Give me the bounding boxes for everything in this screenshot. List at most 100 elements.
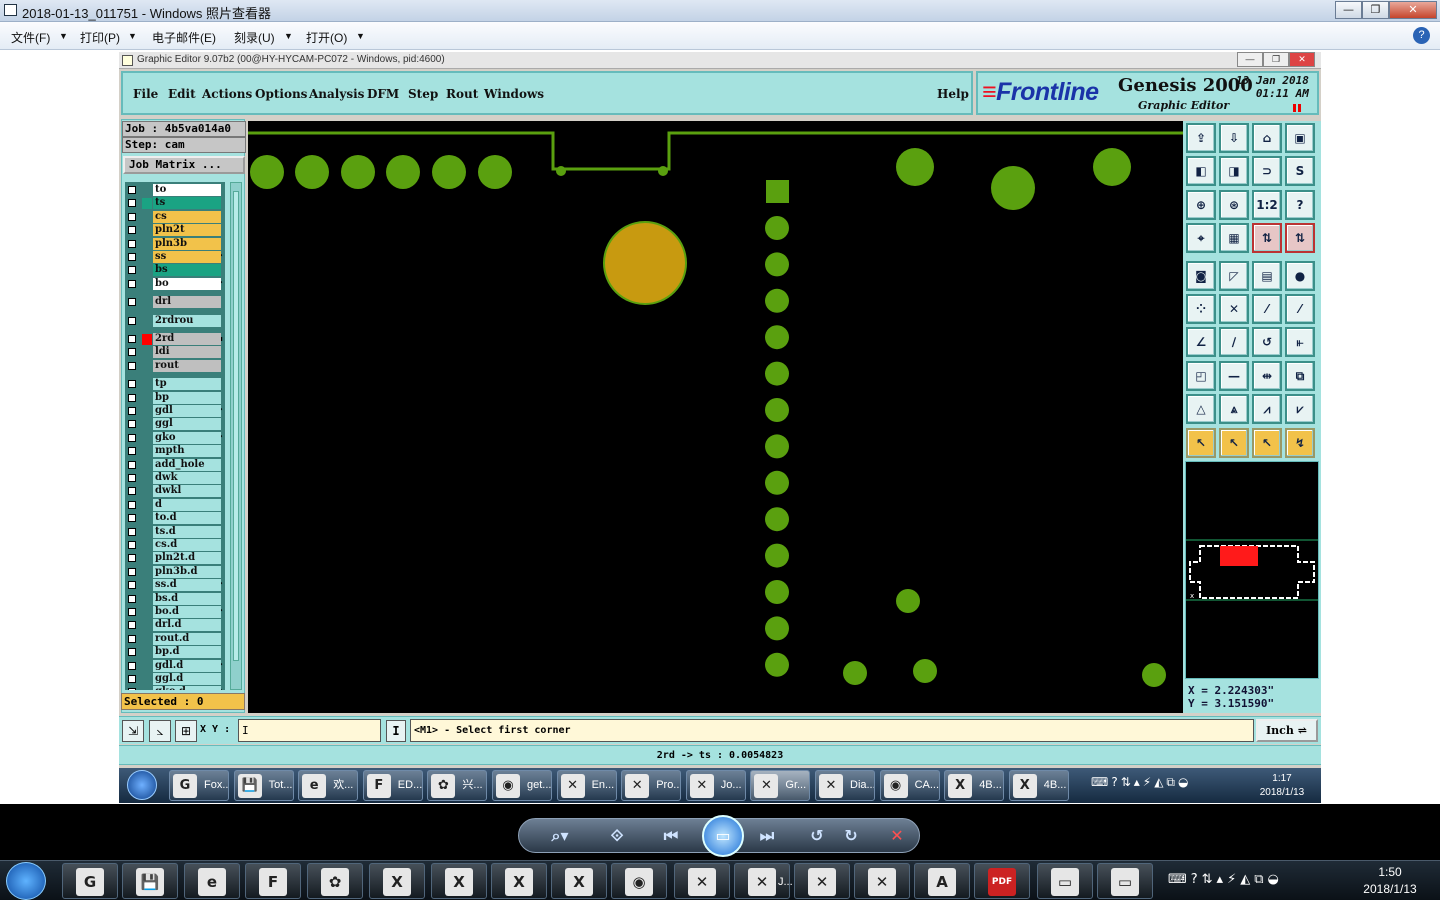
- layer-row[interactable]: 2rdrou: [125, 314, 225, 327]
- layer-row[interactable]: ts.d: [125, 525, 225, 538]
- inner-task-button[interactable]: ✕ Jo...: [685, 770, 746, 801]
- pad[interactable]: [843, 661, 867, 685]
- tool-button[interactable]: ∠: [1186, 327, 1216, 358]
- layer-checkbox[interactable]: [128, 460, 136, 469]
- layer-label[interactable]: bs.d: [153, 592, 221, 605]
- taskbar-button[interactable]: X: [551, 863, 607, 899]
- layer-row[interactable]: pln2t: [125, 224, 225, 237]
- menu-rout[interactable]: Rout: [446, 87, 478, 101]
- layer-label[interactable]: dwk: [153, 472, 221, 484]
- pad[interactable]: [765, 434, 789, 459]
- taskbar-button[interactable]: G: [62, 863, 118, 899]
- taskbar-button[interactable]: ▭: [1037, 863, 1093, 899]
- tool-button[interactable]: ◰: [1186, 360, 1216, 391]
- layer-label[interactable]: to: [153, 184, 221, 196]
- selected-pad[interactable]: [603, 221, 687, 305]
- layer-label[interactable]: gdl.d: [153, 659, 221, 672]
- layer-row[interactable]: bp: [125, 391, 225, 404]
- menu-step[interactable]: Step: [408, 87, 438, 101]
- pad[interactable]: [765, 288, 789, 313]
- tool-button[interactable]: ⊕: [1186, 189, 1216, 220]
- layer-checkbox[interactable]: [128, 361, 136, 370]
- tool-button[interactable]: ⌂: [1252, 123, 1282, 153]
- taskbar-button[interactable]: X: [369, 863, 425, 899]
- pad[interactable]: [896, 148, 934, 186]
- layer-row[interactable]: to: [125, 184, 225, 196]
- tool-button[interactable]: ∕: [1219, 327, 1249, 358]
- layer-checkbox[interactable]: [128, 298, 136, 307]
- previous-icon[interactable]: ⏮: [659, 826, 683, 846]
- layer-checkbox[interactable]: [128, 634, 136, 643]
- tool-button[interactable]: ⊛: [1219, 189, 1249, 220]
- pad[interactable]: [896, 589, 920, 613]
- inner-task-button[interactable]: X 4B...: [944, 770, 1005, 801]
- next-icon[interactable]: ⏭: [755, 826, 779, 846]
- layer-checkbox[interactable]: [128, 514, 136, 523]
- pad[interactable]: [1093, 148, 1131, 186]
- pad[interactable]: [765, 652, 789, 677]
- tool-button[interactable]: ⇅: [1285, 223, 1315, 254]
- layer-row[interactable]: ⬋gdl: [125, 405, 225, 417]
- layer-row[interactable]: tp: [125, 378, 225, 391]
- tool-button[interactable]: △: [1186, 394, 1216, 425]
- taskbar-button[interactable]: ▭: [1097, 863, 1153, 899]
- tool-button[interactable]: ⇪: [1186, 123, 1216, 153]
- tool-button[interactable]: ↖: [1219, 427, 1249, 458]
- taskbar-button[interactable]: PDF: [974, 863, 1030, 899]
- rotate-left-icon[interactable]: ↺: [805, 826, 829, 846]
- layer-checkbox[interactable]: [128, 433, 136, 442]
- inner-task-button[interactable]: e 欢...: [298, 770, 359, 801]
- layer-label[interactable]: bp: [153, 391, 221, 404]
- pad[interactable]: [432, 155, 466, 189]
- inner-task-button[interactable]: G Fox...: [169, 770, 229, 801]
- layer-checkbox[interactable]: [128, 226, 136, 235]
- chevron-down-icon[interactable]: ▼: [59, 31, 68, 41]
- layer-label[interactable]: ts.d: [153, 525, 221, 538]
- layer-checkbox[interactable]: [128, 474, 136, 482]
- pad[interactable]: [765, 216, 789, 240]
- menu-email[interactable]: 电子邮件(E): [152, 29, 216, 46]
- layer-label[interactable]: rout.d: [153, 632, 221, 645]
- inner-task-button[interactable]: X 4B...: [1008, 770, 1069, 801]
- layer-row[interactable]: ⬋gko.d: [125, 686, 225, 690]
- layer-row[interactable]: drl.d: [125, 619, 225, 632]
- layer-checkbox[interactable]: [128, 348, 136, 357]
- layer-label[interactable]: add_hole: [153, 458, 221, 471]
- maximize-button[interactable]: ❐: [1362, 1, 1389, 19]
- menu-print[interactable]: 打印(P): [80, 29, 120, 46]
- delete-icon[interactable]: ✕: [885, 826, 909, 846]
- pad[interactable]: [765, 325, 789, 350]
- layer-label[interactable]: bo.d: [153, 606, 221, 618]
- close-button[interactable]: ✕: [1389, 1, 1437, 19]
- layer-label[interactable]: tp: [153, 378, 221, 391]
- layer-row[interactable]: ⬋gdl.d: [125, 659, 225, 672]
- slideshow-button[interactable]: ▭: [702, 815, 744, 857]
- layer-label[interactable]: pln2t: [153, 224, 221, 237]
- pad[interactable]: [1142, 663, 1166, 687]
- layer-row[interactable]: dwk: [125, 472, 225, 484]
- layer-label[interactable]: 2rd: [153, 333, 221, 345]
- layer-label[interactable]: bs: [153, 264, 221, 277]
- layer-label[interactable]: gdl: [153, 405, 221, 417]
- tool-button[interactable]: ✕: [1219, 294, 1249, 324]
- layer-checkbox[interactable]: [128, 675, 136, 683]
- layer-row[interactable]: ⬋ss.d: [125, 579, 225, 592]
- layer-row[interactable]: bs.d: [125, 592, 225, 605]
- rotate-right-icon[interactable]: ↻: [839, 826, 863, 846]
- layer-checkbox[interactable]: [128, 239, 136, 248]
- layer-row[interactable]: add_hole: [125, 458, 225, 471]
- layer-checkbox[interactable]: [128, 541, 136, 549]
- tool-button[interactable]: ⩘: [1252, 394, 1282, 425]
- inner-task-button[interactable]: ✕ Pro...: [621, 770, 682, 801]
- pad[interactable]: [765, 507, 789, 532]
- layer-label[interactable]: dwkl: [153, 485, 221, 498]
- layer-label[interactable]: pln3b.d: [153, 565, 221, 578]
- layer-checkbox[interactable]: [128, 380, 136, 389]
- menu-burn[interactable]: 刻录(U): [234, 29, 275, 46]
- tool-button[interactable]: ⇹: [1252, 360, 1282, 391]
- layer-checkbox[interactable]: [128, 447, 136, 456]
- taskbar-button[interactable]: ✿: [307, 863, 363, 899]
- pad[interactable]: [991, 166, 1035, 210]
- layer-label[interactable]: bp.d: [153, 646, 221, 659]
- ge-minimize-button[interactable]: —: [1237, 52, 1263, 67]
